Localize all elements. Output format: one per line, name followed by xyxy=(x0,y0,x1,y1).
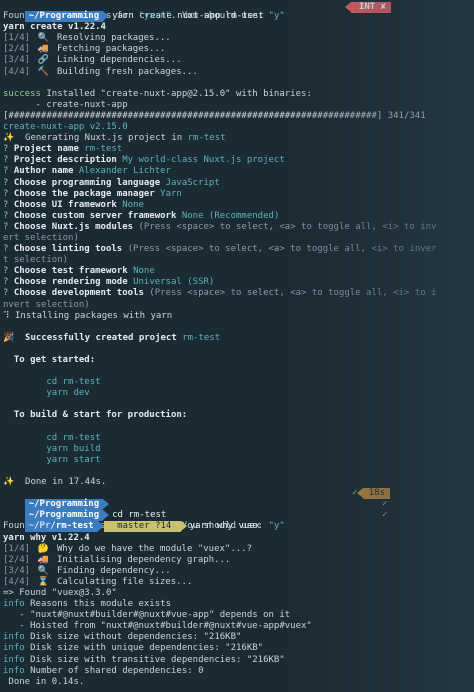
get-started-cmd-cd: cd rm-test xyxy=(3,377,101,388)
info-disk-size: info Disk size without dependencies: "21… xyxy=(3,632,242,643)
check-icon: ✓ xyxy=(382,510,388,521)
info-shared-deps: info Number of shared dependencies: 0 xyxy=(3,665,204,676)
question-line: ? Project name rm-test xyxy=(3,144,123,155)
question-mark-icon: ? xyxy=(3,277,9,288)
yarn-create-steps: [1/4] 🔍 Resolving packages... [2/4] 🚚 Fet… xyxy=(3,33,474,77)
question-list: ? Project name rm-test? Project descript… xyxy=(3,144,474,222)
question-line: ? Choose rendering mode Universal (SSR) xyxy=(3,277,215,288)
step-line: [2/4] 🚚 Fetching packages... xyxy=(3,44,166,55)
git-branch-badge: master ?14 xyxy=(103,521,187,533)
progress-bar: [#######################################… xyxy=(3,110,426,121)
step-line: [4/4] ⌛ Calculating file sizes... xyxy=(3,576,193,587)
question-line: ? Choose UI framework None xyxy=(3,199,144,210)
step-icon: 🚚 xyxy=(37,554,50,565)
sparkles-icon: ✨ xyxy=(3,133,15,144)
question-list-2: ? Choose test framework None? Choose ren… xyxy=(3,266,474,288)
done-line: ✨ Done in 17.44s. xyxy=(3,477,107,488)
step-icon: 🤔 xyxy=(37,543,50,554)
build-heading: To build & start for production: xyxy=(3,410,188,421)
interrupt-status-badge: INT ✘ xyxy=(344,2,391,13)
question-devtools-hint-wrap: nvert selection) xyxy=(3,299,90,310)
question-modules: ? Choose Nuxt.js modules (Press <space> … xyxy=(3,221,437,232)
prompt-line: ~/Programming ✓ 18s xyxy=(3,488,474,511)
get-started-cmd-dev: yarn dev xyxy=(3,388,90,399)
question-modules-hint-wrap: ert selection) xyxy=(3,232,79,243)
question-mark-icon: ? xyxy=(3,210,9,221)
prompt-line: ~/Programming cd rm-test ✓ xyxy=(3,499,474,522)
step-line: [4/4] 🔨 Building fresh packages... xyxy=(3,66,198,77)
prompt-directory: ~/Programming xyxy=(24,11,110,23)
yarn-version: yarn why v1.22.4 xyxy=(3,532,90,543)
app-version: create-nuxt-app v2.15.0 xyxy=(3,122,128,133)
yarn-why-steps: [1/4] 🤔 Why do we have the module "vuex"… xyxy=(3,544,474,588)
step-line: [1/4] 🤔 Why do we have the module "vuex"… xyxy=(3,543,253,554)
installing-line: ⠹ Installing packages with yarn xyxy=(3,310,173,321)
yarn-version: yarn create v1.22.4 xyxy=(3,22,106,33)
question-devtools: ? Choose development tools (Press <space… xyxy=(3,288,437,299)
question-mark-icon: ? xyxy=(3,177,9,188)
step-icon: 🔍 xyxy=(37,565,50,576)
created-line: 🎉 Successfully created project rm-test xyxy=(3,332,221,343)
step-icon: 🔨 xyxy=(37,66,50,77)
reason-line: - Hoisted from "nuxt#@nuxt#builder#@nuxt… xyxy=(3,621,312,632)
info-disk-size-unique: info Disk size with unique dependencies:… xyxy=(3,643,264,654)
build-cmd-start: yarn start xyxy=(3,454,101,465)
prompt-line: ~/Pr/rm-test master ?14 yarn why vuex ✓ xyxy=(3,510,474,533)
question-line: ? Choose programming language JavaScript xyxy=(3,177,220,188)
question-line: ? Project description My world-class Nux… xyxy=(3,155,285,166)
command-text: yarn why vuex xyxy=(189,521,261,532)
success-label: success xyxy=(3,88,41,99)
question-linting: ? Choose linting tools (Press <space> to… xyxy=(3,244,437,255)
build-cmd-cd: cd rm-test xyxy=(3,432,101,443)
final-done-line: Done in 0.14s. xyxy=(3,676,85,687)
terminal-window[interactable]: ~/Programming yarn create nuxt-app rm-tes… xyxy=(0,0,474,692)
step-line: [2/4] 🚚 Initialising dependency graph... xyxy=(3,554,231,565)
question-mark-icon: ? xyxy=(3,199,9,210)
question-line: ? Author name Alexander Lichter xyxy=(3,166,171,177)
question-linting-hint-wrap: t selection) xyxy=(3,255,69,266)
question-mark-icon: ? xyxy=(3,188,9,199)
step-icon: 🔗 xyxy=(37,55,50,66)
question-mark-icon: ? xyxy=(3,166,9,177)
binary-line: - create-nuxt-app xyxy=(3,99,128,110)
question-line: ? Choose custom server framework None (R… xyxy=(3,210,280,221)
info-disk-size-transitive: info Disk size with transitive dependenc… xyxy=(3,654,285,665)
question-line: ? Choose test framework None xyxy=(3,266,155,277)
generating-line: ✨ Generating Nuxt.js project in rm-test xyxy=(3,133,226,144)
step-line: [1/4] 🔍 Resolving packages... xyxy=(3,33,171,44)
question-line: ? Choose the package manager Yarn xyxy=(3,188,182,199)
found-line: => Found "vuex@3.3.0" xyxy=(3,587,117,598)
step-icon: 🚚 xyxy=(37,44,50,55)
step-icon: 🔍 xyxy=(37,33,50,44)
step-line: [3/4] 🔗 Linking dependencies... xyxy=(3,55,182,66)
build-cmd-build: yarn build xyxy=(3,443,101,454)
question-mark-icon: ? xyxy=(3,155,9,166)
prompt-directory: ~/Pr/rm-test xyxy=(24,521,104,533)
prompt-line: ~/Programming yarn create nuxt-app rm-tes… xyxy=(3,0,474,23)
success-line: success Installed "create-nuxt-app@2.15.… xyxy=(3,88,312,99)
get-started-heading: To get started: xyxy=(3,355,96,365)
question-mark-icon: ? xyxy=(3,266,9,277)
check-icon: ✓ xyxy=(382,499,388,510)
step-line: [3/4] 🔍 Finding dependency... xyxy=(3,565,171,576)
sparkles-icon: ✨ xyxy=(3,477,15,488)
question-mark-icon: ? xyxy=(3,144,9,155)
duration-badge: 18s xyxy=(356,488,390,500)
party-popper-icon: 🎉 xyxy=(3,332,15,343)
info-reasons: info Reasons this module exists xyxy=(3,599,171,610)
reason-line: - "nuxt#@nuxt#builder#@nuxt#vue-app" dep… xyxy=(3,610,291,621)
step-icon: ⌛ xyxy=(37,576,50,587)
